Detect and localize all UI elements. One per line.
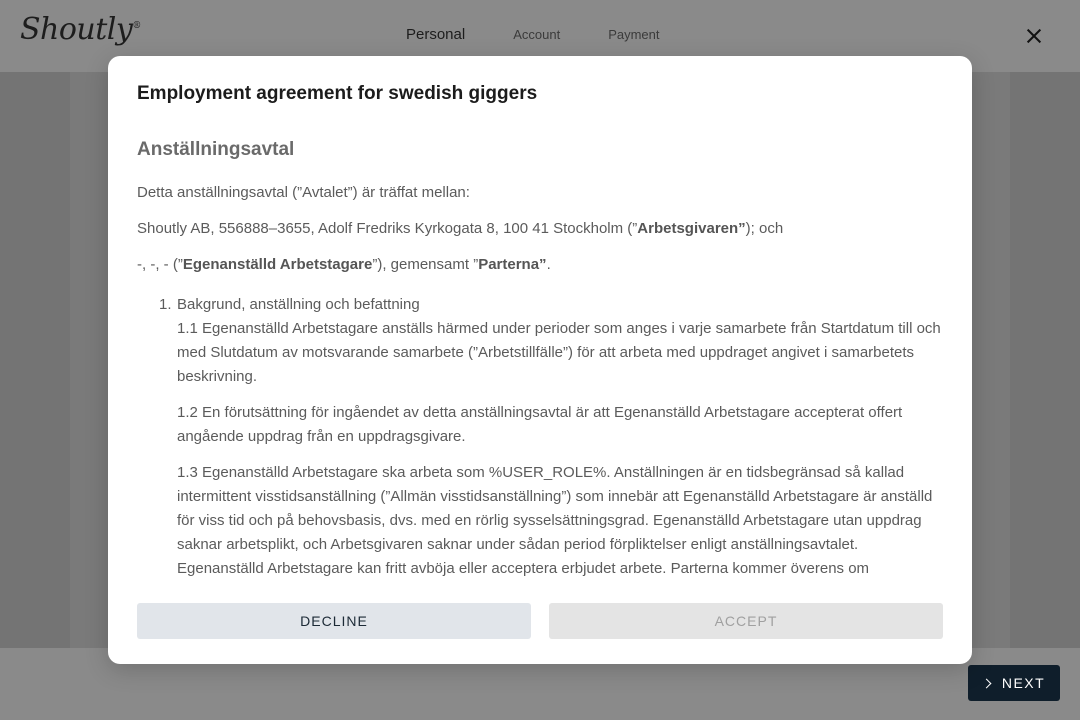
clause-1-1: 1.1 Egenanställd Arbetstagare anställs h… xyxy=(177,320,941,385)
clause-list: 1. Bakgrund, anställning och befattning 1… xyxy=(137,293,947,581)
chevron-right-icon xyxy=(981,678,992,688)
clause-1-2: 1.2 En förutsättning för ingåendet av de… xyxy=(177,404,903,445)
close-icon[interactable] xyxy=(1022,24,1046,48)
clause-1-3: 1.3 Egenanställd Arbetstagare ska arbeta… xyxy=(177,464,933,577)
agreement-heading: Anställningsavtal xyxy=(137,139,295,160)
step-payment[interactable]: Payment xyxy=(608,27,659,43)
next-button[interactable]: NEXT xyxy=(968,665,1060,701)
agreement-modal: Employment agreement for swedish giggers… xyxy=(108,56,972,664)
step-account[interactable]: Account xyxy=(513,27,560,43)
accept-button[interactable]: ACCEPT xyxy=(549,603,943,639)
agreement-content[interactable]: Anställningsavtal Detta anställningsavta… xyxy=(137,138,947,604)
decline-button[interactable]: DECLINE xyxy=(137,603,531,639)
step-navigation: Personal Account Payment xyxy=(406,26,660,43)
party-employee: -, -, - (”Egenanställd Arbetstagare”), g… xyxy=(137,256,551,273)
clause-1-title: 1. Bakgrund, anställning och befattning xyxy=(159,296,420,313)
step-personal[interactable]: Personal xyxy=(406,26,465,43)
modal-actions: DECLINE ACCEPT xyxy=(137,603,943,639)
shoutly-logo[interactable]: Shoutly® xyxy=(20,12,141,47)
party-employer: Shoutly AB, 556888–3655, Adolf Fredriks … xyxy=(137,220,784,237)
modal-title: Employment agreement for swedish giggers xyxy=(137,83,538,104)
agreement-intro: Detta anställningsavtal (”Avtalet”) är t… xyxy=(137,184,470,201)
